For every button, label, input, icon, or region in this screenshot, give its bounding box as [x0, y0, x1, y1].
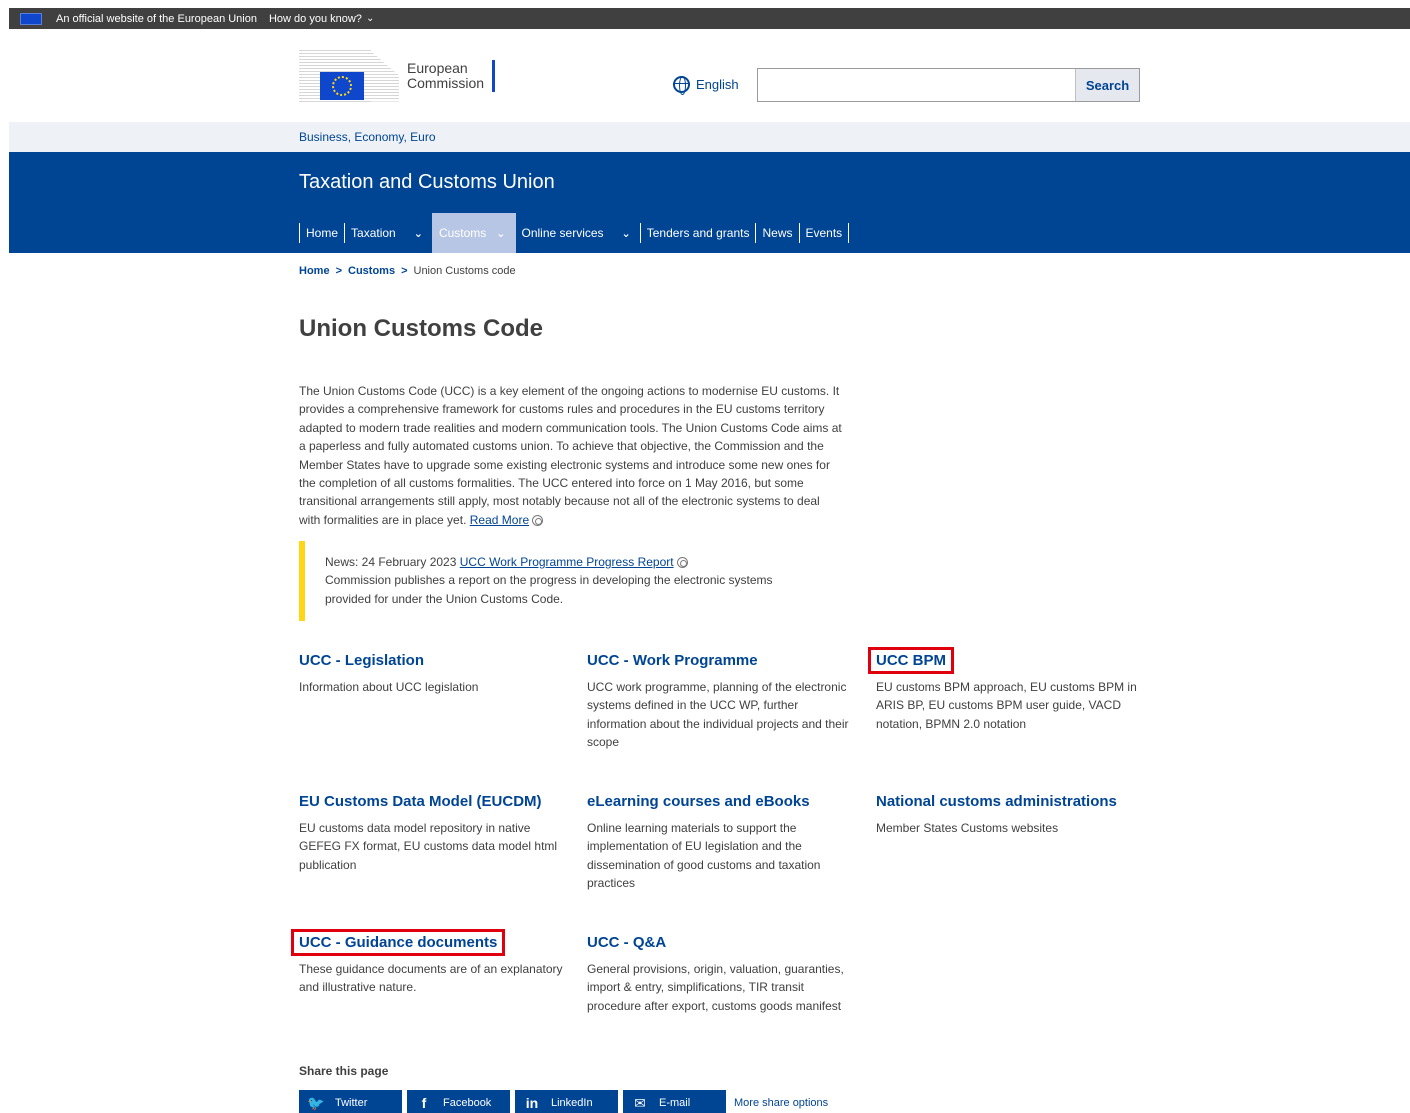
more-share-options-link[interactable]: More share options [734, 1097, 828, 1109]
card-description: These guidance documents are of an expla… [299, 962, 563, 995]
card-ucc-legislation: UCC - Legislation Information about UCC … [299, 652, 571, 696]
breadcrumb: Home > Customs > Union Customs code [299, 265, 516, 277]
facebook-icon: f [421, 1095, 427, 1111]
official-text: An official website of the European Unio… [56, 12, 257, 25]
nav-news-label: News [762, 226, 793, 240]
external-link-icon [676, 557, 688, 569]
card-ucc-qa: UCC - Q&A General provisions, origin, va… [587, 934, 859, 1015]
card-description: Information about UCC legislation [299, 680, 479, 694]
share-email-button[interactable]: ✉ E-mail [623, 1090, 726, 1113]
news-body: Commission publishes a report on the pro… [325, 573, 773, 606]
news-callout: News: 24 February 2023 UCC Work Programm… [299, 541, 819, 621]
chevron-down-icon: ⌄ [413, 227, 423, 240]
search-button[interactable]: Search [1075, 69, 1139, 101]
card-description: Member States Customs websites [876, 821, 1059, 835]
page-banner: Taxation and Customs Union Home Taxation… [9, 152, 1410, 253]
chevron-right-icon: > [335, 265, 342, 277]
logo-line-2: Commission [407, 74, 485, 91]
chevron-down-icon: ⌄ [621, 227, 631, 240]
card-title-link[interactable]: UCC BPM [868, 647, 954, 674]
globe-icon [673, 76, 690, 95]
intro-text: The Union Customs Code (UCC) is a key el… [299, 384, 842, 527]
language-label: English [696, 77, 739, 92]
logo-text: European Commission [407, 59, 496, 92]
chevron-down-icon: ⌄ [496, 227, 506, 240]
card-description: EU customs data model repository in nati… [299, 821, 558, 872]
card-title-link[interactable]: UCC - Work Programme [587, 652, 758, 669]
nav-events[interactable]: Events [798, 223, 850, 243]
card-description: UCC work programme, planning of the elec… [587, 680, 849, 750]
chevron-right-icon: > [401, 265, 408, 277]
card-description: EU customs BPM approach, EU customs BPM … [876, 680, 1137, 731]
page-title: Union Customs Code [299, 315, 543, 342]
envelope-icon: ✉ [634, 1094, 646, 1111]
share-section: Share this page 🐦 Twitter f Facebook in … [299, 1064, 828, 1113]
card-eucdm: EU Customs Data Model (EUCDM) EU customs… [299, 793, 571, 874]
share-email-label: E-mail [659, 1097, 691, 1109]
breadcrumb-customs[interactable]: Customs [348, 265, 395, 277]
official-eu-bar: An official website of the European Unio… [9, 8, 1410, 29]
share-linkedin-label: LinkedIn [551, 1097, 593, 1109]
linkedin-icon: in [525, 1095, 539, 1111]
card-description: Online learning materials to support the… [587, 821, 821, 891]
site-header: European Commission English Search [0, 29, 1410, 122]
card-title-link[interactable]: UCC - Q&A [587, 934, 666, 951]
share-twitter-label: Twitter [335, 1097, 368, 1109]
how-do-you-know-toggle[interactable]: How do you know? ⌄ [269, 13, 374, 25]
news-date: News: 24 February 2023 [325, 555, 457, 569]
share-twitter-button[interactable]: 🐦 Twitter [299, 1090, 402, 1113]
breadcrumb-home[interactable]: Home [299, 265, 330, 277]
card-elearning: eLearning courses and eBooks Online lear… [587, 793, 859, 893]
nav-customs[interactable]: Customs ⌄ [431, 213, 516, 253]
european-commission-logo[interactable]: European Commission [299, 48, 499, 103]
card-ucc-work-programme: UCC - Work Programme UCC work programme,… [587, 652, 859, 752]
nav-tenders-grants-label: Tenders and grants [646, 226, 750, 240]
search-form: Search [757, 68, 1140, 102]
card-title-link[interactable]: eLearning courses and eBooks [587, 793, 810, 810]
chevron-down-icon: ⌄ [365, 13, 375, 24]
card-title-link[interactable]: UCC - Guidance documents [290, 929, 506, 956]
nav-events-label: Events [805, 226, 843, 240]
read-more-link[interactable]: Read More [470, 513, 529, 527]
nav-news[interactable]: News [755, 223, 798, 243]
business-economy-euro-link[interactable]: Business, Economy, Euro [299, 130, 436, 144]
card-national-customs: National customs administrations Member … [876, 793, 1148, 837]
language-selector[interactable]: English [673, 76, 739, 95]
card-ucc-bpm: UCC BPM EU customs BPM approach, EU cust… [868, 647, 1145, 733]
commission-building-icon [299, 49, 399, 102]
nav-online-services[interactable]: Online services ⌄ [516, 223, 640, 243]
share-linkedin-button[interactable]: in LinkedIn [515, 1090, 618, 1113]
nav-home[interactable]: Home [299, 223, 344, 243]
nav-tenders-grants[interactable]: Tenders and grants [639, 223, 756, 243]
card-title-link[interactable]: National customs administrations [876, 793, 1117, 810]
nav-taxation[interactable]: Taxation ⌄ [344, 223, 432, 243]
main-navigation: Home Taxation ⌄ Customs ⌄ Online service… [299, 213, 850, 253]
news-link[interactable]: UCC Work Programme Progress Report [460, 555, 674, 569]
card-description: General provisions, origin, valuation, g… [587, 962, 844, 1013]
site-title: Taxation and Customs Union [299, 171, 555, 193]
twitter-icon: 🐦 [307, 1094, 325, 1111]
card-title-link[interactable]: EU Customs Data Model (EUCDM) [299, 793, 542, 810]
nav-customs-label: Customs [438, 226, 487, 240]
card-ucc-guidance: UCC - Guidance documents These guidance … [290, 929, 568, 997]
share-label: Share this page [299, 1064, 389, 1078]
site-strip: Business, Economy, Euro [9, 122, 1410, 152]
card-title-link[interactable]: UCC - Legislation [299, 652, 424, 669]
intro-paragraph: The Union Customs Code (UCC) is a key el… [299, 382, 844, 529]
share-facebook-label: Facebook [443, 1097, 492, 1109]
how-do-you-know-label: How do you know? [268, 12, 362, 25]
breadcrumb-current: Union Customs code [413, 265, 516, 277]
nav-online-services-label: Online services [521, 226, 604, 240]
eu-flag-icon [20, 12, 42, 25]
logo-line-1: European [407, 59, 468, 76]
search-input[interactable] [758, 69, 1075, 101]
share-facebook-button[interactable]: f Facebook [407, 1090, 510, 1113]
nav-taxation-label: Taxation [351, 226, 396, 240]
external-link-icon [532, 515, 544, 527]
nav-home-label: Home [306, 226, 339, 240]
